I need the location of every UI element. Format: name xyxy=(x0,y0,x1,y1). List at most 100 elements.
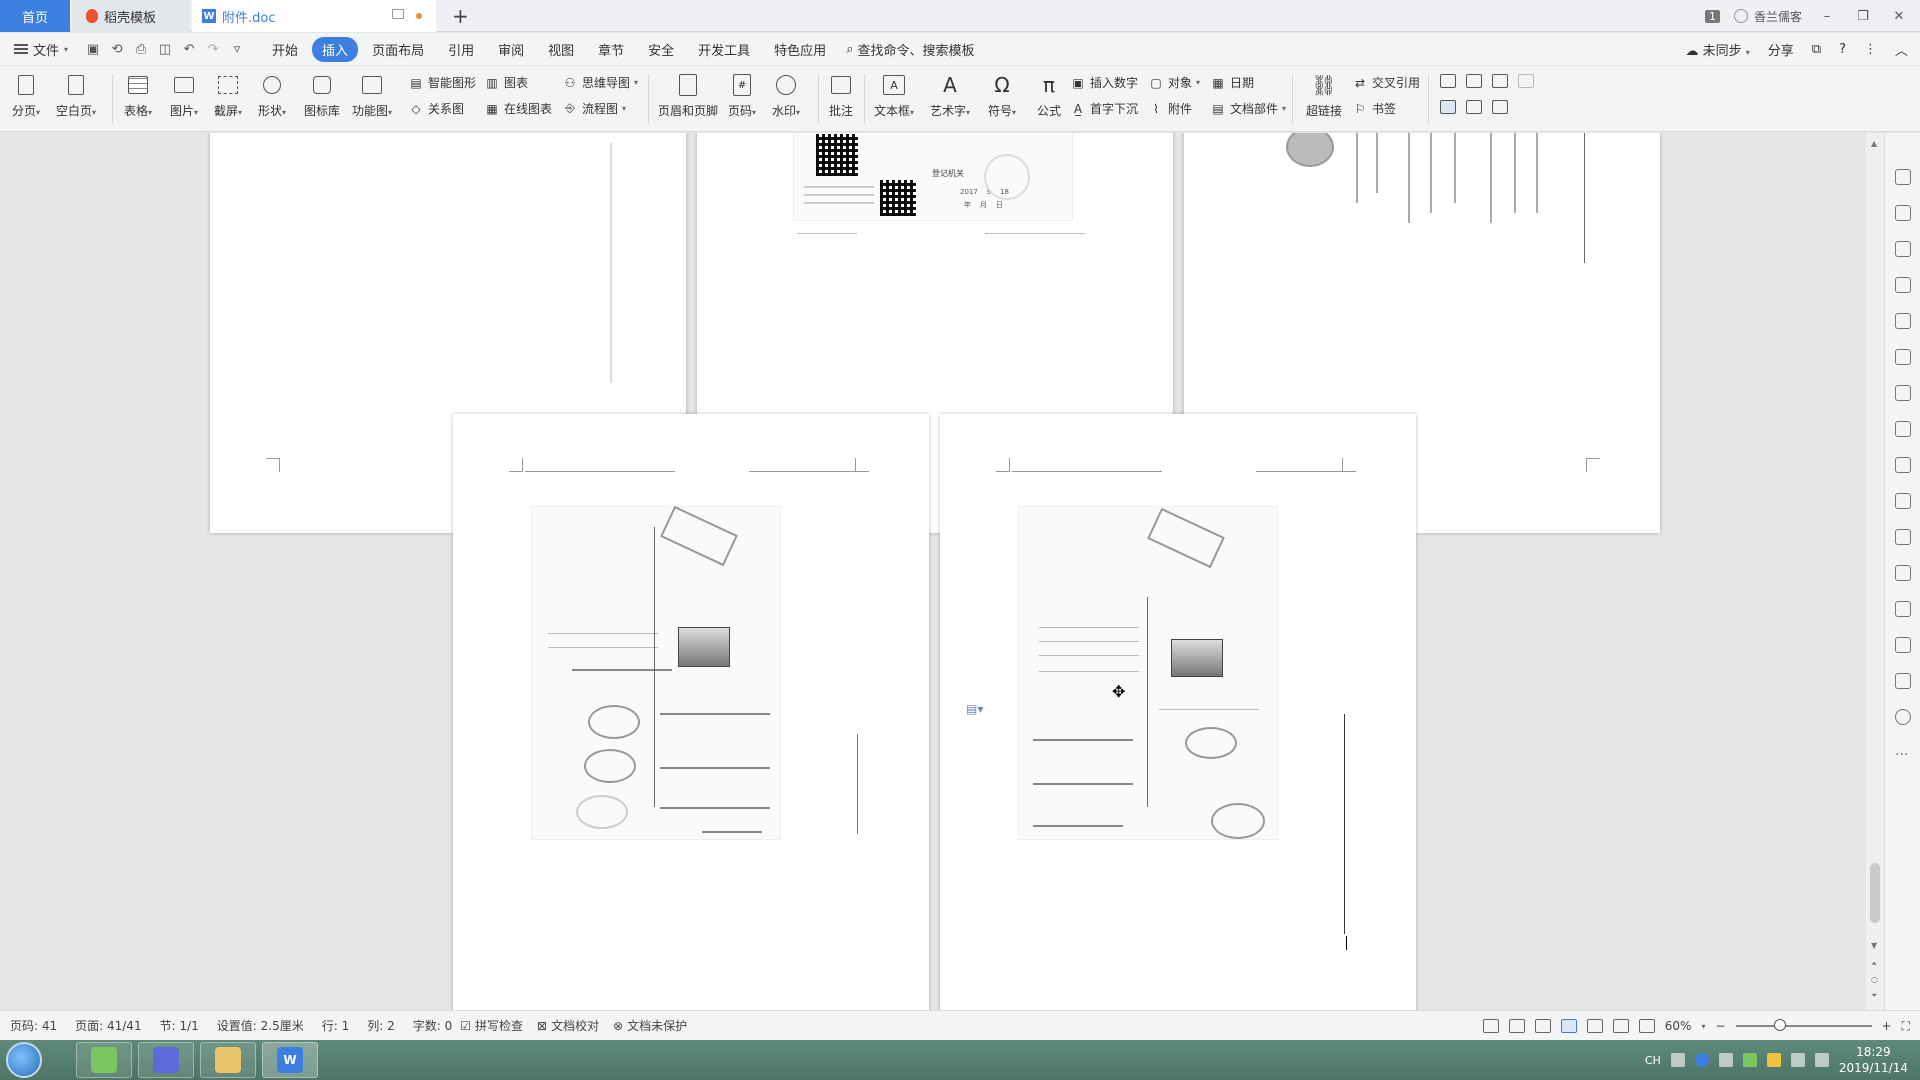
online-chart-button[interactable]: ▦ 在线图表 xyxy=(484,100,552,117)
user-account[interactable]: 香兰儒客 xyxy=(1733,8,1802,25)
zoom-out-icon[interactable]: − xyxy=(1715,1019,1725,1033)
pen-icon[interactable] xyxy=(1895,169,1911,185)
status-page[interactable]: 页面: 41/41 xyxy=(75,1017,141,1034)
print-icon[interactable]: ⎙ xyxy=(132,40,150,58)
scroll-up-icon[interactable]: ▲ xyxy=(1871,139,1877,148)
paste-options-icon[interactable]: ▤▾ xyxy=(966,702,983,716)
vertical-scrollbar[interactable]: ▲ ▼ ⏶ ○ ⏷ xyxy=(1866,133,1884,1010)
layout-4-icon[interactable] xyxy=(1518,74,1534,88)
tab-review[interactable]: 审阅 xyxy=(488,37,534,62)
page-4[interactable] xyxy=(453,414,929,1010)
tab-template[interactable]: 稻壳模板 xyxy=(72,0,190,32)
icon-library-button[interactable]: 图标库 xyxy=(304,66,340,119)
textbox-button[interactable]: A 文本框▾ xyxy=(874,66,914,119)
layout-7-icon[interactable] xyxy=(1492,100,1508,114)
fit-window-icon[interactable]: ⛶ xyxy=(1902,1019,1910,1034)
hyperlink-button[interactable]: ⛓ 超链接 xyxy=(1306,66,1342,119)
scrollbar-thumb[interactable] xyxy=(1870,863,1880,923)
tab-insert[interactable]: 插入 xyxy=(312,36,359,62)
object-button[interactable]: ▢ 对象 ▾ xyxy=(1148,74,1200,91)
qq-tray-icon[interactable] xyxy=(1766,1053,1781,1067)
redo-icon[interactable]: ↷ xyxy=(204,40,222,58)
keyboard-icon[interactable] xyxy=(1670,1053,1685,1067)
style-icon[interactable] xyxy=(1895,277,1911,293)
drop-cap-button[interactable]: A̲ 首字下沉 xyxy=(1070,100,1138,117)
show-hidden-icons[interactable] xyxy=(1718,1053,1733,1067)
shield-icon[interactable] xyxy=(1895,637,1911,653)
image-icon[interactable] xyxy=(1895,601,1911,617)
status-word-count[interactable]: 字数: 0 xyxy=(413,1017,453,1034)
more-options-icon[interactable]: ⋮ xyxy=(1864,42,1877,57)
page-5[interactable]: ▤▾ ✥ xyxy=(940,414,1416,1010)
tab-chapter[interactable]: 章节 xyxy=(588,37,634,62)
page-break-button[interactable]: 分页▾ xyxy=(12,66,40,119)
comment-button[interactable]: 批注 xyxy=(828,66,854,119)
flowchart-button[interactable]: ⎆ 流程图 ▾ xyxy=(562,100,626,117)
blank-page-button[interactable]: 空白页▾ xyxy=(56,66,96,119)
symbol-button[interactable]: Ω 符号▾ xyxy=(988,66,1016,119)
screenshot-button[interactable]: 截屏▾ xyxy=(214,66,242,119)
tab-page-layout[interactable]: 页面布局 xyxy=(362,37,434,62)
header-footer-button[interactable]: 页眉和页脚 xyxy=(658,66,718,119)
minimize-button[interactable]: – xyxy=(1816,9,1838,24)
new-tab-button[interactable]: + xyxy=(452,4,469,28)
network-icon[interactable] xyxy=(1790,1053,1805,1067)
command-search[interactable]: ⌕ 查找命令、搜索模板 xyxy=(846,40,974,59)
chart-button[interactable]: ▥ 图表 xyxy=(484,74,528,91)
help-tray-icon[interactable] xyxy=(1694,1053,1709,1067)
search-doc-icon[interactable] xyxy=(1895,457,1911,473)
smart-shape-button[interactable]: ▤ 智能图形 xyxy=(408,74,476,91)
chart-icon[interactable] xyxy=(1895,385,1911,401)
shape-button[interactable]: 形状▾ xyxy=(258,66,286,119)
history-icon[interactable] xyxy=(1895,673,1911,689)
zoom-level[interactable]: 60% xyxy=(1665,1019,1692,1033)
share-icon[interactable] xyxy=(1895,493,1911,509)
volume-icon[interactable] xyxy=(1814,1053,1829,1067)
tab-developer[interactable]: 开发工具 xyxy=(688,37,760,62)
relation-chart-button[interactable]: ◇ 关系图 xyxy=(408,100,464,117)
zoom-in-icon[interactable]: + xyxy=(1882,1019,1892,1033)
restore-button[interactable]: ❐ xyxy=(1852,9,1874,24)
shape-icon[interactable] xyxy=(1895,241,1911,257)
zoom-slider[interactable] xyxy=(1735,1019,1872,1031)
undo-icon[interactable]: ↶ xyxy=(180,40,198,58)
chevron-down-icon[interactable]: ▾ xyxy=(1701,1022,1705,1031)
read-mode-icon[interactable] xyxy=(1508,1019,1525,1033)
save-icon[interactable]: ▣ xyxy=(84,40,102,58)
layout-3-icon[interactable] xyxy=(1492,74,1508,88)
clock[interactable]: 18:29 2019/11/14 xyxy=(1839,1044,1908,1076)
sync-button[interactable]: ☁ 未同步 ▾ xyxy=(1685,40,1749,59)
eye-protection-icon[interactable] xyxy=(1638,1019,1655,1033)
taskbar-wechat[interactable] xyxy=(76,1042,132,1078)
zoom-slider-knob[interactable] xyxy=(1773,1019,1786,1031)
tab-special-apps[interactable]: 特色应用 xyxy=(764,37,836,62)
more-icon[interactable]: ··· xyxy=(1895,747,1908,763)
spell-check-button[interactable]: ☑ 拼写检查 xyxy=(460,1017,523,1034)
watermark-button[interactable]: 水印▾ xyxy=(772,66,800,119)
web-view-icon[interactable] xyxy=(1612,1019,1629,1033)
wechat-tray-icon[interactable] xyxy=(1742,1053,1757,1067)
table-icon[interactable] xyxy=(1895,313,1911,329)
layout-5-icon[interactable] xyxy=(1440,100,1456,114)
print-preview-icon[interactable]: ◫ xyxy=(156,40,174,58)
edit-mode-icon[interactable] xyxy=(1534,1019,1551,1033)
translate-icon[interactable] xyxy=(1895,529,1911,545)
formula-button[interactable]: π 公式 xyxy=(1036,66,1062,119)
art-text-button[interactable]: A 艺术字▾ xyxy=(930,66,970,119)
taskbar-app[interactable] xyxy=(138,1042,194,1078)
page-number-button[interactable]: # 页码▾ xyxy=(728,66,756,119)
select-icon[interactable] xyxy=(1895,205,1911,221)
tab-view[interactable]: 视图 xyxy=(538,37,584,62)
next-page-icon[interactable]: ⏷ xyxy=(1871,991,1877,1001)
collab-icon[interactable]: ⧉ xyxy=(1812,42,1821,57)
function-chart-button[interactable]: 功能图▾ xyxy=(352,66,392,119)
picture-button[interactable]: 图片▾ xyxy=(170,66,198,119)
monitor-icon[interactable] xyxy=(392,9,404,19)
layout-2-icon[interactable] xyxy=(1466,74,1482,88)
input-language[interactable]: CH xyxy=(1645,1054,1661,1067)
tab-security[interactable]: 安全 xyxy=(638,37,684,62)
tab-home[interactable]: 首页 xyxy=(0,0,70,32)
outline-view-icon[interactable] xyxy=(1586,1019,1603,1033)
taskbar-wps[interactable]: W xyxy=(262,1042,318,1078)
date-button[interactable]: ▦ 日期 xyxy=(1210,74,1254,91)
